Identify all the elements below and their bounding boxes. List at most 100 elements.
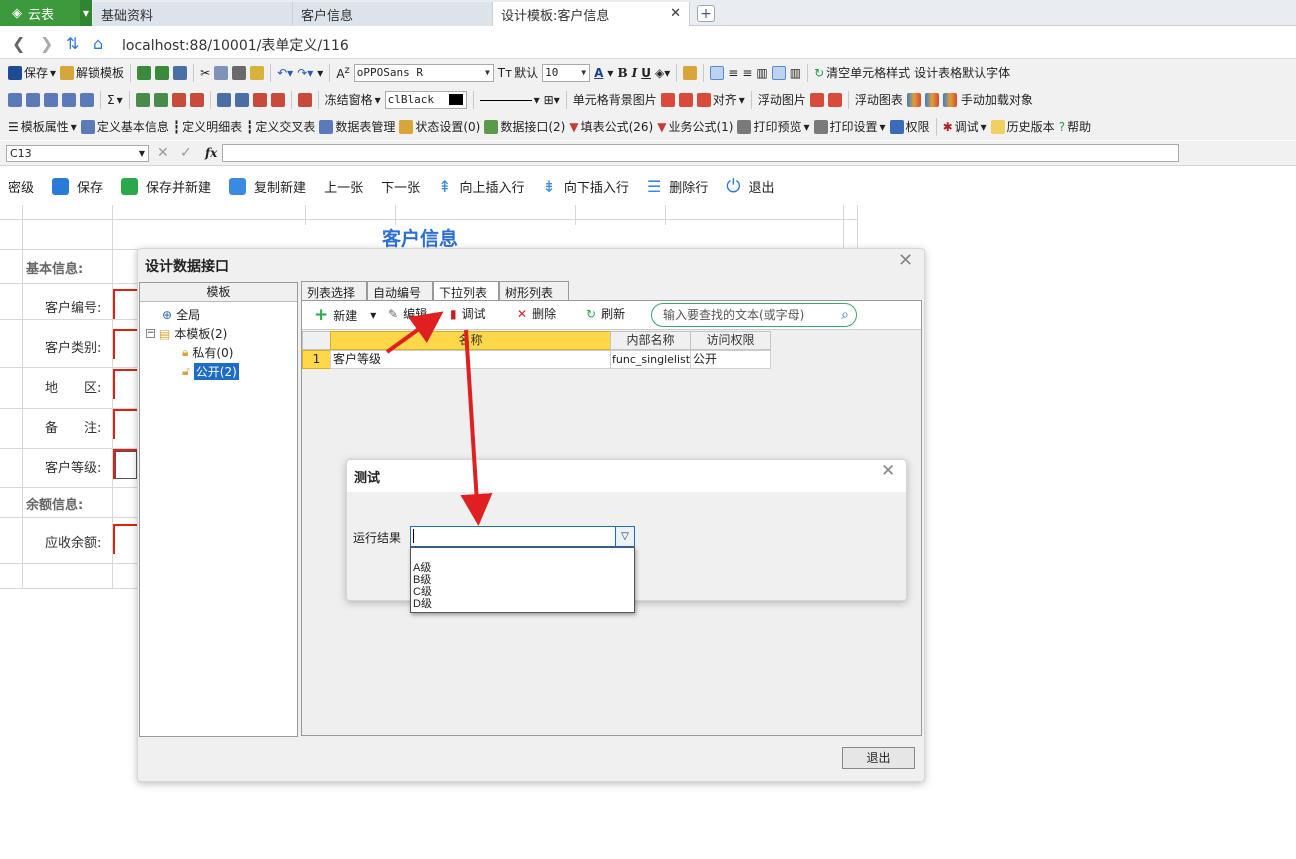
- redo-icon[interactable]: ↷▾: [297, 66, 313, 80]
- security-level-button[interactable]: 密级: [8, 177, 34, 196]
- field-input-marker[interactable]: [113, 369, 137, 399]
- chevron-down-icon[interactable]: ▾: [317, 66, 323, 80]
- image-remove-icon[interactable]: [827, 92, 842, 107]
- debug-menu[interactable]: ✱ 调试 ▾: [943, 118, 987, 135]
- chevron-down-icon[interactable]: ▽: [615, 527, 634, 546]
- bold-icon[interactable]: B: [617, 66, 627, 80]
- cut-icon[interactable]: ✂: [200, 66, 210, 80]
- template-props-menu[interactable]: ☰ 模板属性 ▾: [8, 118, 77, 135]
- copy-new-button[interactable]: 复制新建: [229, 177, 306, 196]
- close-icon[interactable]: ✕: [898, 250, 913, 271]
- column-header-internal[interactable]: 内部名称: [610, 331, 691, 350]
- field-input-marker[interactable]: [113, 524, 137, 554]
- search-input[interactable]: 输入要查找的文本(或字母) ⌕: [651, 303, 857, 327]
- history-button[interactable]: 历史版本: [990, 118, 1055, 135]
- tab-dropdown-list[interactable]: 下拉列表: [433, 281, 499, 302]
- tab-basic-data[interactable]: 基础资料: [93, 2, 293, 26]
- unlock-template-button[interactable]: 解锁模板: [60, 64, 124, 81]
- home-icon[interactable]: ⌂: [93, 34, 103, 53]
- tree-node-public[interactable]: 🔓︎ 公开(2): [182, 363, 239, 380]
- cell-reference-combo[interactable]: C13 ▼: [6, 145, 149, 162]
- table-cell-access[interactable]: 公开: [690, 350, 771, 369]
- line-style-combo[interactable]: ▾: [479, 93, 540, 107]
- column-icon[interactable]: [270, 92, 285, 107]
- tab-design-template[interactable]: 设计模板:客户信息 ✕: [493, 2, 690, 26]
- save-and-new-button[interactable]: 保存并新建: [121, 177, 211, 196]
- reload-icon[interactable]: ⇅: [66, 34, 79, 53]
- default-font-button[interactable]: Tт 默认: [498, 64, 538, 81]
- dropdown-option[interactable]: A级: [413, 562, 634, 574]
- float-image-button[interactable]: 浮动图片: [758, 91, 806, 108]
- insert-row-below-button[interactable]: ⇟ 向下插入行: [543, 177, 629, 196]
- font-name-combo[interactable]: oPPOSans R ▼: [353, 63, 494, 82]
- import-icon[interactable]: [137, 65, 152, 80]
- new-tab-icon[interactable]: +: [697, 5, 715, 22]
- format-painter-icon[interactable]: [250, 65, 265, 80]
- font-color-icon[interactable]: A: [594, 66, 603, 80]
- manual-load-button[interactable]: 手动加载对象: [961, 91, 1033, 108]
- fill-color-icon[interactable]: ◈▾: [655, 66, 670, 80]
- app-brand-button[interactable]: ◈ 云表: [0, 0, 80, 26]
- fx-icon[interactable]: fx: [205, 146, 217, 160]
- table-cell-name[interactable]: 客户等级: [330, 350, 611, 369]
- table-cell-internal[interactable]: func_singlelist2: [610, 350, 697, 369]
- table-icon[interactable]: [8, 92, 22, 107]
- data-api-button[interactable]: 数据接口(2): [484, 118, 565, 135]
- image-add-icon[interactable]: [809, 92, 824, 107]
- field-input-marker[interactable]: [113, 289, 137, 319]
- table-icon[interactable]: [44, 92, 58, 107]
- float-chart-button[interactable]: 浮动图表: [855, 91, 903, 108]
- collapse-icon[interactable]: −: [146, 329, 155, 338]
- delete-button[interactable]: ✕ 删除: [517, 305, 556, 322]
- delete-row-icon[interactable]: [171, 92, 186, 107]
- delete-column-icon[interactable]: [189, 92, 204, 107]
- dropdown-option[interactable]: B级: [413, 574, 634, 586]
- dialog-exit-button[interactable]: 退出: [842, 747, 915, 769]
- chevron-down-icon[interactable]: ▾: [607, 66, 613, 80]
- url-text[interactable]: localhost:88/10001/表单定义/116: [122, 35, 349, 55]
- biz-formula-button[interactable]: ▼ 业务公式(1): [657, 118, 733, 135]
- back-icon[interactable]: ❮: [12, 34, 25, 53]
- underline-icon[interactable]: U: [641, 66, 651, 80]
- tree-node-global[interactable]: ⊕ 全局: [162, 306, 200, 323]
- new-button[interactable]: + 新建 ▾: [314, 305, 376, 325]
- align-right-icon[interactable]: ≡: [742, 66, 752, 80]
- delete-row-button[interactable]: ☰ 删除行: [647, 177, 708, 196]
- edit-button[interactable]: ✎ 编辑: [388, 305, 427, 322]
- freeze-panes-menu[interactable]: 冻结窗格 ▾: [325, 91, 381, 108]
- table-icon[interactable]: [26, 92, 40, 107]
- cell-background-button[interactable]: 单元格背景图片: [573, 91, 657, 108]
- image-add-icon[interactable]: [660, 92, 675, 107]
- undo-icon[interactable]: ↶▾: [277, 66, 293, 80]
- italic-icon[interactable]: I: [632, 66, 638, 80]
- dropdown-options-list[interactable]: A级 B级 C级 D级: [410, 547, 635, 613]
- merge-icon[interactable]: [216, 92, 231, 107]
- run-result-combo[interactable]: [410, 526, 635, 547]
- barcode-alt-icon[interactable]: ▥: [790, 66, 801, 80]
- export-icon[interactable]: [155, 65, 170, 80]
- exit-button[interactable]: ⏻ 退出: [726, 176, 774, 197]
- field-input-marker[interactable]: [113, 329, 137, 359]
- field-input-marker[interactable]: [113, 449, 137, 479]
- bar-chart-icon[interactable]: [942, 92, 957, 107]
- field-input-marker[interactable]: [113, 409, 137, 439]
- fill-formula-button[interactable]: ▼ 填表公式(26): [569, 118, 653, 135]
- table-icon[interactable]: [62, 92, 76, 107]
- font-size-combo[interactable]: 10 ▼: [542, 63, 591, 82]
- clear-cell-style-button[interactable]: ↻ 清空单元格样式: [814, 64, 910, 81]
- cancel-icon[interactable]: ✕: [157, 145, 169, 161]
- print-setup-menu[interactable]: 打印设置 ▾: [813, 118, 886, 135]
- confirm-icon[interactable]: ✓: [180, 145, 192, 161]
- barcode-selected-icon[interactable]: [771, 65, 786, 80]
- percent-icon[interactable]: [297, 92, 312, 107]
- align-center-icon[interactable]: ≡: [728, 66, 738, 80]
- define-basic-button[interactable]: 定义基本信息: [80, 118, 169, 135]
- debug-button[interactable]: ▮ 调试: [450, 305, 486, 322]
- save-action-button[interactable]: 保存: [52, 177, 103, 196]
- insert-row-above-button[interactable]: ⇞ 向上插入行: [438, 177, 524, 196]
- insert-row-icon[interactable]: [135, 92, 150, 107]
- tree-node-this-template[interactable]: − ▤ 本模板(2): [146, 325, 227, 342]
- column-header-name[interactable]: 名称: [330, 331, 611, 350]
- tab-tree-list[interactable]: 树形列表: [499, 281, 569, 301]
- help-button[interactable]: ? 帮助: [1059, 118, 1091, 135]
